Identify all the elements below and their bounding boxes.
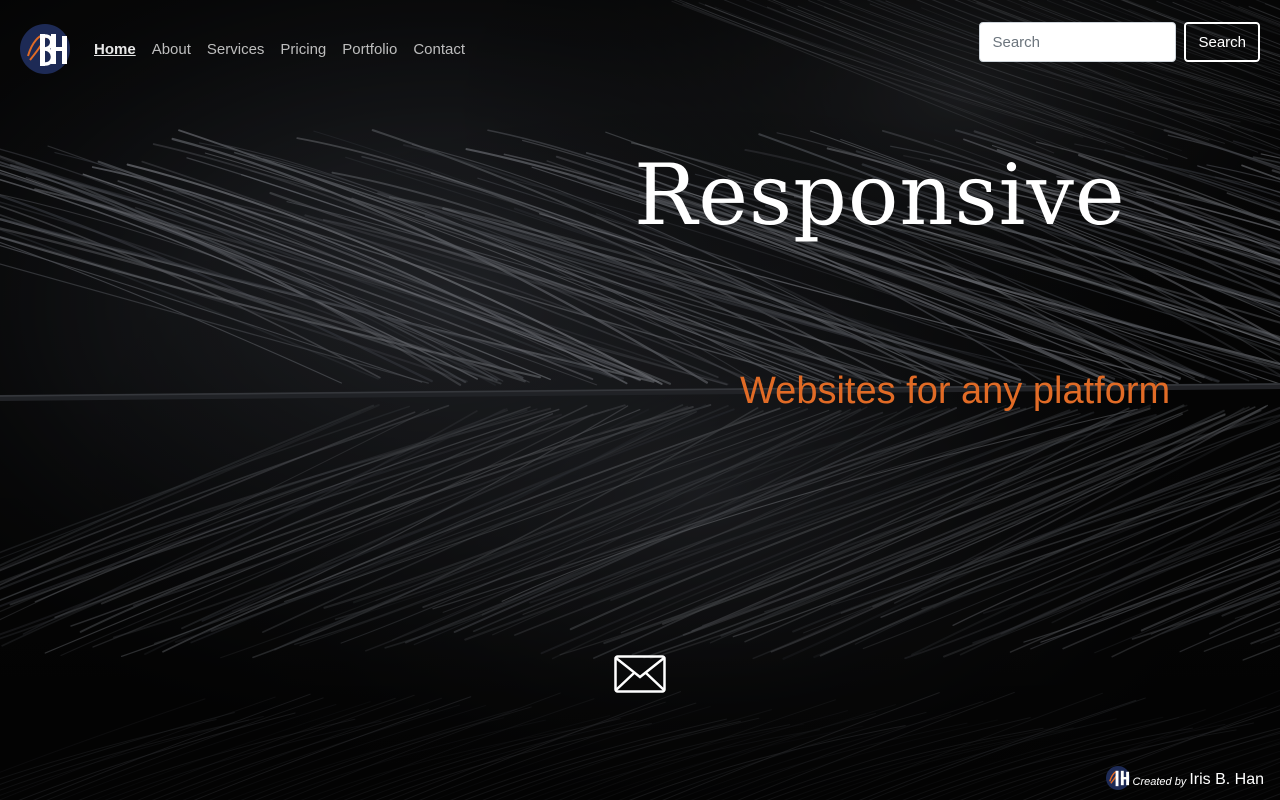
search-form: Search bbox=[979, 22, 1260, 62]
credit-author: Iris B. Han bbox=[1189, 771, 1264, 788]
credit-label: Created by bbox=[1132, 776, 1187, 788]
contact-email-link[interactable] bbox=[614, 655, 666, 693]
nav-link-services[interactable]: Services bbox=[207, 41, 265, 58]
nav-link-home[interactable]: Home bbox=[94, 41, 136, 58]
nav-menu: Home About Services Pricing Portfolio Co… bbox=[94, 40, 465, 60]
search-input[interactable] bbox=[979, 22, 1177, 62]
nav-link-pricing[interactable]: Pricing bbox=[280, 41, 326, 58]
search-button[interactable]: Search bbox=[1184, 22, 1260, 62]
hero-subtitle: Websites for any platform bbox=[740, 370, 1171, 412]
brand-logo-link[interactable] bbox=[20, 24, 70, 74]
envelope-icon bbox=[614, 655, 666, 693]
navbar: Home About Services Pricing Portfolio Co… bbox=[0, 0, 1280, 100]
nav-link-contact[interactable]: Contact bbox=[413, 41, 465, 58]
home-page: Home About Services Pricing Portfolio Co… bbox=[0, 0, 1280, 800]
ibh-monogram-icon bbox=[20, 24, 70, 74]
creator-credit: Created by Iris B. Han bbox=[1105, 766, 1264, 790]
hero-title: Responsive bbox=[634, 146, 1126, 244]
nav-link-portfolio[interactable]: Portfolio bbox=[342, 41, 397, 58]
nav-link-about[interactable]: About bbox=[152, 41, 191, 58]
ibh-monogram-icon bbox=[1105, 766, 1130, 790]
